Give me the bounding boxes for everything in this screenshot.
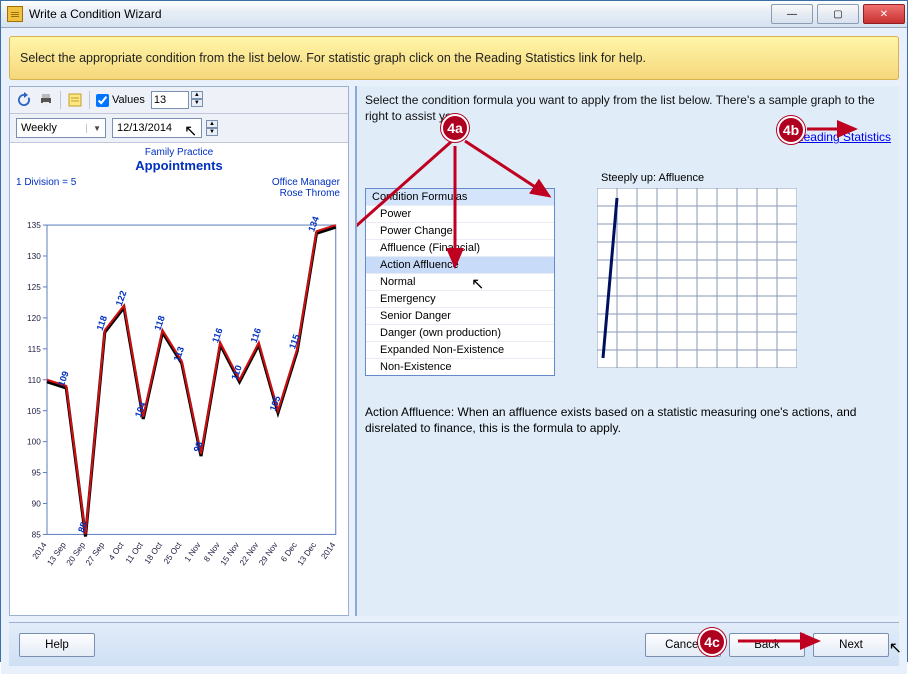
chart-toolbar: Values 13 ▲▼ — [10, 87, 348, 114]
annotation-4a: 4a — [441, 114, 469, 142]
condition-item[interactable]: Affluence (Financial) — [366, 239, 554, 256]
condition-item[interactable]: Action Affluence — [366, 256, 554, 273]
values-count-field[interactable]: 13 — [151, 91, 189, 109]
formula-description: Action Affluence: When an affluence exis… — [365, 404, 891, 436]
svg-text:11 Oct: 11 Oct — [124, 540, 145, 565]
condition-item[interactable]: Normal — [366, 273, 554, 290]
svg-text:27 Sep: 27 Sep — [84, 540, 107, 567]
close-button[interactable]: ✕ — [863, 4, 905, 24]
annotation-4c: 4c — [698, 628, 726, 656]
values-label: Values — [112, 94, 145, 106]
svg-text:130: 130 — [27, 252, 41, 261]
svg-text:25 Oct: 25 Oct — [162, 540, 184, 566]
left-panel: Values 13 ▲▼ Weekly▼ 12/13/2014 — [9, 86, 349, 616]
condition-item[interactable]: Non-Existence — [366, 358, 554, 375]
condition-item[interactable]: Power Change — [366, 222, 554, 239]
cursor-icon: ↖ — [471, 274, 484, 294]
svg-text:125: 125 — [27, 283, 41, 292]
info-banner: Select the appropriate condition from th… — [9, 36, 899, 80]
window-title: Write a Condition Wizard — [29, 7, 769, 21]
svg-text:4 Oct: 4 Oct — [107, 540, 126, 562]
sample-chart-title: Steeply up: Affluence — [601, 172, 797, 184]
minimize-button[interactable]: — — [771, 4, 813, 24]
values-spinner[interactable]: ▲▼ — [191, 91, 203, 109]
condition-item[interactable]: Expanded Non-Existence — [366, 341, 554, 358]
help-button[interactable]: Help — [19, 633, 95, 657]
svg-text:115: 115 — [28, 345, 42, 354]
next-button[interactable]: Next — [813, 633, 889, 657]
refresh-icon[interactable] — [16, 92, 32, 108]
content-area: Select the appropriate condition from th… — [1, 28, 907, 674]
back-button[interactable]: Back — [729, 633, 805, 657]
period-combo[interactable]: Weekly▼ — [16, 118, 106, 138]
window-buttons: — ▢ ✕ — [769, 1, 907, 27]
chart-owner: Office Manager Rose Throme — [272, 177, 340, 199]
svg-text:105: 105 — [27, 407, 41, 416]
print-icon[interactable] — [38, 92, 54, 108]
chart-svg: 8590951001051101151201251301351098511812… — [14, 173, 344, 607]
notes-icon[interactable] — [67, 92, 83, 108]
sample-chart — [597, 188, 797, 368]
reading-statistics-link[interactable]: Reading Statistics — [795, 130, 891, 144]
annotation-4b: 4b — [777, 116, 805, 144]
svg-text:2014: 2014 — [319, 540, 337, 561]
condition-item[interactable]: Danger (own production) — [366, 324, 554, 341]
right-panel: Select the condition formula you want to… — [355, 86, 899, 616]
chart-header: Family Practice Appointments — [14, 147, 344, 173]
main-chart: Family Practice Appointments 1 Division … — [10, 143, 348, 615]
values-checkbox[interactable]: Values — [96, 94, 145, 107]
division-label: 1 Division = 5 — [16, 177, 76, 188]
svg-text:135: 135 — [27, 221, 41, 230]
wizard-footer: Help Cancel Back Next 4c ↖ — [9, 622, 899, 666]
svg-text:1 Nov: 1 Nov — [183, 540, 203, 564]
period-toolbar: Weekly▼ 12/13/2014 ▲▼ ↖ — [10, 114, 348, 143]
maximize-button[interactable]: ▢ — [817, 4, 859, 24]
svg-text:100: 100 — [27, 438, 41, 447]
sample-chart-area: Steeply up: Affluence — [597, 172, 797, 368]
condition-item[interactable]: Power — [366, 205, 554, 222]
svg-text:110: 110 — [28, 376, 42, 385]
condition-formula-list: Condition Formulas PowerPower ChangeAffl… — [365, 188, 555, 376]
condition-item[interactable]: Senior Danger — [366, 307, 554, 324]
chart-subtitle: Family Practice — [14, 147, 344, 158]
condition-list-header: Condition Formulas — [366, 189, 554, 205]
window-root: Write a Condition Wizard — ▢ ✕ Select th… — [0, 0, 908, 662]
chart-title: Appointments — [14, 158, 344, 173]
date-spinner[interactable]: ▲▼ — [206, 120, 218, 136]
values-checkbox-input[interactable] — [96, 94, 109, 107]
svg-text:120: 120 — [27, 314, 41, 323]
chevron-down-icon: ▼ — [86, 124, 101, 133]
svg-text:95: 95 — [32, 469, 42, 478]
condition-item[interactable]: Emergency — [366, 290, 554, 307]
svg-text:6 Dec: 6 Dec — [279, 541, 299, 564]
cursor-icon: ↖ — [184, 121, 197, 141]
svg-text:13 Dec: 13 Dec — [296, 541, 318, 568]
svg-text:29 Nov: 29 Nov — [257, 540, 280, 567]
cursor-icon: ↖ — [889, 638, 902, 658]
titlebar: Write a Condition Wizard — ▢ ✕ — [1, 1, 907, 28]
svg-text:85: 85 — [32, 531, 42, 540]
svg-text:90: 90 — [32, 500, 42, 509]
app-icon — [7, 6, 23, 22]
svg-text:2014: 2014 — [31, 540, 49, 561]
svg-text:18 Oct: 18 Oct — [143, 540, 165, 566]
main-row: Values 13 ▲▼ Weekly▼ 12/13/2014 — [9, 86, 899, 616]
